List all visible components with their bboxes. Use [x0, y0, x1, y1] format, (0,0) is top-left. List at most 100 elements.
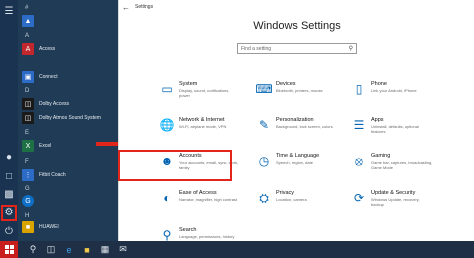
tile-network[interactable]: 🌐 Network & Internet Wi-Fi, airplane mod…: [159, 116, 259, 146]
tile-description: Game bar, captures, broadcasting, Game M…: [371, 160, 433, 170]
connect-tile-icon: ▣: [22, 71, 34, 83]
excel-tile-icon: X: [22, 140, 34, 152]
start-button[interactable]: [0, 241, 18, 258]
dolby-tile-icon: ◫: [22, 112, 34, 124]
file-explorer-icon[interactable]: ■: [78, 241, 96, 258]
app-item[interactable]: ■ HUAWEI: [22, 220, 59, 234]
section-letter: F: [25, 159, 29, 165]
tile-description: Windows Update, recovery, backup: [371, 197, 420, 207]
tile-title: Time & Language: [276, 153, 320, 159]
tile-title: Personalization: [276, 117, 314, 123]
app-item[interactable]: ◫ Dolby Atmos Sound System: [22, 111, 101, 125]
start-menu: ☰ ● □ ▩ ⚙ ⏻ # ▲ A A Access ▣ Connect D ◫…: [0, 0, 118, 258]
apps-list-icon: ☰: [353, 118, 365, 132]
lock-icon: ⛭: [259, 190, 269, 205]
window-title: Settings: [135, 4, 154, 10]
globe-icon: 🌐: [159, 118, 175, 132]
folder-tile-icon: ■: [22, 221, 34, 233]
paintbrush-icon: ✎: [258, 118, 270, 132]
app-label: Dolby Atmos Sound System: [39, 115, 101, 121]
tile-gaming[interactable]: ⦻ Gaming Game bar, captures, broadcastin…: [351, 152, 451, 182]
task-view-icon[interactable]: ◫: [42, 241, 60, 258]
tile-title: Devices: [276, 81, 296, 87]
tile-description: Wi-Fi, airplane mode, VPN: [179, 124, 227, 129]
app-item[interactable]: A Access: [22, 42, 55, 56]
laptop-icon: ▭: [161, 82, 173, 96]
tile-title: Gaming: [371, 153, 391, 159]
tile-description: Uninstall, defaults, optional features: [371, 124, 419, 134]
fitbit-tile-icon: ⋮: [22, 169, 34, 181]
number-tile-icon: ▲: [22, 15, 34, 27]
tile-title: Network & Internet: [179, 117, 225, 123]
page-title: Windows Settings: [253, 20, 341, 32]
document-icon[interactable]: □: [3, 171, 15, 183]
tile-description: Narrator, magnifier, high contrast: [179, 197, 238, 202]
access-tile-icon: A: [22, 43, 34, 55]
tile-description: Bluetooth, printers, mouse: [276, 88, 323, 93]
start-rail: ☰ ● □ ▩ ⚙ ⏻: [0, 0, 18, 258]
tile-title: Privacy: [276, 190, 295, 196]
back-arrow-icon[interactable]: ←: [119, 3, 133, 12]
tile-privacy[interactable]: ⛭ Privacy Location, camera: [256, 189, 356, 219]
section-letter: A: [25, 33, 30, 39]
pictures-icon[interactable]: ▩: [3, 189, 15, 201]
search-input[interactable]: [241, 45, 341, 52]
section-letter: H: [25, 213, 30, 219]
app-label: Dolby Access: [39, 101, 70, 107]
app-label: HUAWEI: [39, 224, 59, 230]
windows-logo-icon: [4, 245, 14, 254]
dolby-tile-icon: ◫: [22, 98, 34, 110]
power-icon[interactable]: ⏻: [3, 226, 15, 238]
search-icon[interactable]: ⚲: [349, 45, 353, 52]
tile-title: Ease of Access: [179, 190, 217, 196]
settings-window: ← Settings Windows Settings ⚲ ▭ System D…: [118, 0, 474, 242]
app-item[interactable]: ◫ Dolby Access: [22, 97, 69, 111]
section-letter: #: [25, 5, 29, 11]
app-label: Fitbit Coach: [39, 172, 66, 178]
phone-icon: ▯: [355, 82, 363, 96]
store-icon[interactable]: ▦: [96, 241, 114, 258]
keyboard-icon: ⌨: [255, 82, 273, 96]
tile-description: Speech, region, date: [276, 160, 313, 165]
app-item[interactable]: ▲: [22, 14, 39, 28]
section-letter: G: [25, 186, 30, 192]
tile-title: Apps: [371, 117, 384, 123]
tile-title: System: [179, 81, 198, 87]
app-item[interactable]: X Excel: [22, 139, 51, 153]
tile-phone[interactable]: ▯ Phone Link your Android, iPhone: [351, 80, 451, 110]
tile-description: Location, camera: [276, 197, 307, 202]
search-box[interactable]: ⚲: [237, 43, 357, 54]
tile-description: Background, lock screen, colors: [276, 124, 333, 129]
tile-search[interactable]: ⚲ Search Language, permissions, history: [159, 226, 259, 242]
tile-apps[interactable]: ☰ Apps Uninstall, defaults, optional fea…: [351, 116, 451, 146]
tile-description: Display, sound, notifications, power: [179, 88, 230, 98]
hamburger-icon[interactable]: ☰: [3, 6, 15, 18]
tile-personalization[interactable]: ✎ Personalization Background, lock scree…: [256, 116, 356, 146]
search-icon[interactable]: ⚲: [24, 241, 42, 258]
tile-time-language[interactable]: ◷ Time & Language Speech, region, date: [256, 152, 356, 182]
edge-icon[interactable]: e: [60, 241, 78, 258]
app-label: Connect: [39, 74, 58, 80]
section-letter: D: [25, 88, 30, 94]
app-item[interactable]: ▣ Connect: [22, 70, 58, 84]
tile-ease-of-access[interactable]: ◐ Ease of Access Narrator, magnifier, hi…: [159, 189, 259, 219]
app-item[interactable]: G: [22, 194, 39, 208]
tile-title: Phone: [371, 81, 387, 87]
tile-description: Language, permissions, history: [179, 234, 235, 239]
ease-of-access-icon: ◐: [163, 191, 171, 205]
user-icon[interactable]: ●: [3, 152, 15, 164]
tile-description: Link your Android, iPhone: [371, 88, 417, 93]
settings-highlight-box: [1, 205, 17, 221]
tile-system[interactable]: ▭ System Display, sound, notifications, …: [159, 80, 259, 110]
accounts-highlight-box: [118, 150, 232, 181]
clock-language-icon: ◷: [258, 154, 270, 168]
mail-icon[interactable]: ✉: [114, 241, 132, 258]
g-tile-icon: G: [22, 195, 34, 207]
search-icon: ⚲: [162, 228, 172, 242]
tile-devices[interactable]: ⌨ Devices Bluetooth, printers, mouse: [255, 80, 356, 110]
section-letter: E: [25, 130, 30, 136]
taskbar: ⚲ ◫ e ■ ▦ ✉: [18, 241, 474, 258]
app-label: Excel: [39, 143, 52, 149]
tile-update-security[interactable]: ⟳ Update & Security Windows Update, reco…: [351, 189, 451, 219]
app-item[interactable]: ⋮ Fitbit Coach: [22, 168, 66, 182]
